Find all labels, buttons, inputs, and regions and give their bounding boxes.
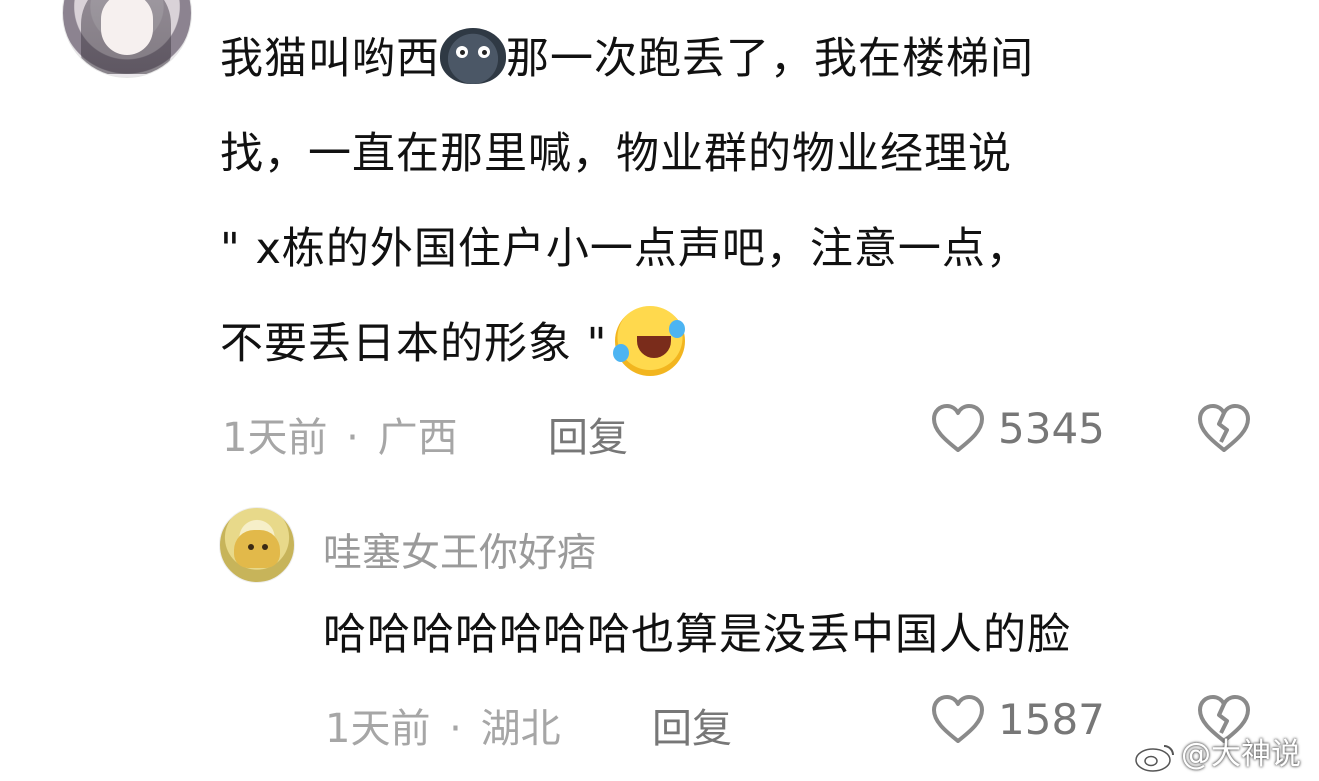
comment-text-segment: 不要丢日本的形象 " [220, 319, 608, 369]
sad-face-emoji-icon [440, 27, 506, 84]
laughing-tears-emoji-icon [613, 305, 686, 376]
reply-text: 哈哈哈哈哈哈哈也算是没丢中国人的脸 [323, 610, 1071, 660]
comment-like-count: 5345 [998, 404, 1105, 453]
comment-location: 广西 [377, 415, 458, 461]
reply-avatar[interactable] [219, 507, 295, 583]
comment-meta: 1天前 · 广西 [222, 405, 458, 463]
weibo-logo-icon [1133, 740, 1177, 772]
like-heart-icon[interactable] [930, 402, 986, 454]
avatar-figure [234, 530, 280, 568]
comment-line-4: 不要丢日本的形象 " [220, 297, 686, 392]
watermark-text: @大神说 [1181, 737, 1301, 772]
comment-reply-button[interactable]: 回复 [548, 405, 628, 463]
comment-text-segment: 我猫叫哟西 [220, 34, 440, 84]
comment-time: 1天前 [222, 415, 328, 461]
meta-separator: · [449, 706, 462, 752]
reply-meta: 1天前 · 湖北 [325, 696, 561, 754]
reply-time: 1天前 [325, 706, 431, 752]
reply-location: 湖北 [480, 706, 561, 752]
reply-like-count: 1587 [998, 695, 1105, 744]
comment-line-2: 找，一直在那里喊，物业群的物业经理说 [220, 129, 1012, 179]
comment-text-segment: 那一次跑丢了，我在楼梯间 [506, 34, 1034, 84]
meta-separator: · [346, 415, 359, 461]
comment-line-3: " x栋的外国住户小一点声吧，注意一点， [220, 224, 1030, 274]
comment-line-1: 我猫叫哟西 那一次跑丢了，我在楼梯间 [220, 12, 1034, 107]
dislike-broken-heart-icon[interactable] [1196, 402, 1252, 454]
like-heart-icon[interactable] [930, 693, 986, 745]
watermark: @大神说 [1133, 729, 1301, 773]
reply-username[interactable]: 哇塞女王你好痞 [323, 522, 596, 578]
avatar-face [101, 0, 153, 55]
commenter-avatar[interactable] [62, 0, 192, 78]
reply-reply-button[interactable]: 回复 [652, 696, 732, 754]
